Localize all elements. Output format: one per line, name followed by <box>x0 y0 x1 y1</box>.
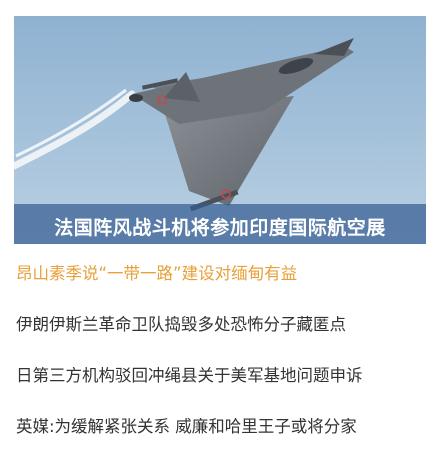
headline-item[interactable]: 昂山素季说“一带一路”建设对缅甸有益 <box>16 248 426 299</box>
hero-caption[interactable]: 法国阵风战斗机将参加印度国际航空展 <box>14 213 426 240</box>
hero-caption-bar: 法国阵风战斗机将参加印度国际航空展 <box>14 204 426 244</box>
headline-item[interactable]: 伊朗伊斯兰革命卫队捣毁多处恐怖分子藏匿点 <box>16 299 426 350</box>
headline-item[interactable]: 英媒:为缓解紧张关系 威廉和哈里王子或将分家 <box>16 401 426 452</box>
hero-banner[interactable]: 法国阵风战斗机将参加印度国际航空展 <box>14 16 426 244</box>
headline-list: 昂山素季说“一带一路”建设对缅甸有益 伊朗伊斯兰革命卫队捣毁多处恐怖分子藏匿点 … <box>16 248 426 452</box>
headline-item[interactable]: 日第三方机构驳回冲绳县关于美军基地问题申诉 <box>16 350 426 401</box>
